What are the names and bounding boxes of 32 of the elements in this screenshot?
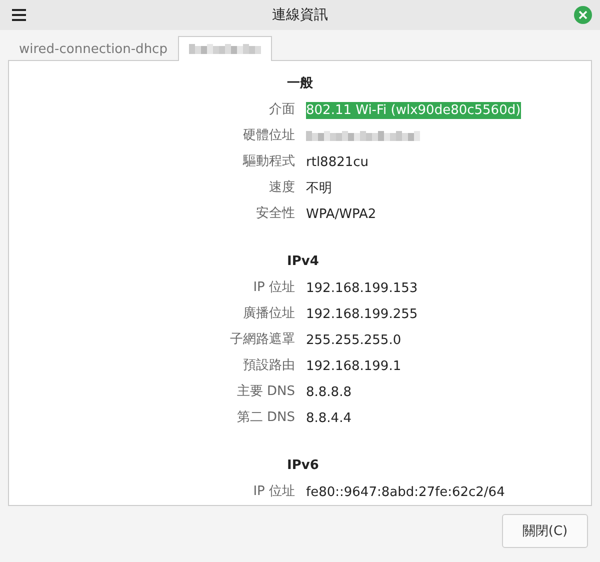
- section-heading: 一般: [286, 75, 314, 93]
- tab[interactable]: wired-connection-dhcp: [8, 36, 178, 61]
- field-value: 255.255.255.0: [306, 332, 402, 348]
- field-value: rtl8821cu: [306, 154, 369, 170]
- close-button[interactable]: 關閉(C): [502, 514, 588, 548]
- field-value: 8.8.8.8: [306, 384, 352, 400]
- field-value: WPA/WPA2: [306, 206, 376, 222]
- field-label: 主要 DNS: [236, 383, 295, 401]
- field-label: 速度: [269, 179, 295, 197]
- field-label: 第二 DNS: [236, 409, 295, 427]
- field-label: 廣播位址: [243, 305, 295, 323]
- field-label: 驅動程式: [243, 153, 295, 171]
- field-label: IP 位址: [253, 483, 295, 501]
- tab[interactable]: [178, 36, 272, 61]
- field-value: 802.11 Wi-Fi (wlx90de80c5560d): [306, 102, 521, 118]
- field-value: fe80::9647:8abd:27fe:62c2/64: [306, 484, 505, 500]
- field-label: 介面: [269, 101, 295, 119]
- field-label: 子網路遮罩: [230, 331, 295, 349]
- field-label: 預設路由: [243, 357, 295, 375]
- close-icon[interactable]: [574, 6, 592, 24]
- field-value: 192.168.199.255: [306, 306, 418, 322]
- field-label: 安全性: [256, 205, 295, 223]
- field-label: 硬體位址: [243, 127, 295, 145]
- field-label: IP 位址: [253, 279, 295, 297]
- window-title: 連線資訊: [272, 6, 328, 24]
- field-value: 8.8.4.4: [306, 410, 352, 426]
- field-value: 192.168.199.1: [306, 358, 402, 374]
- field-value: 不明: [306, 180, 332, 196]
- section-heading: IPv6: [286, 457, 320, 475]
- field-value: 192.168.199.153: [306, 280, 418, 296]
- menu-icon[interactable]: [12, 9, 26, 21]
- section-heading: IPv4: [286, 253, 320, 271]
